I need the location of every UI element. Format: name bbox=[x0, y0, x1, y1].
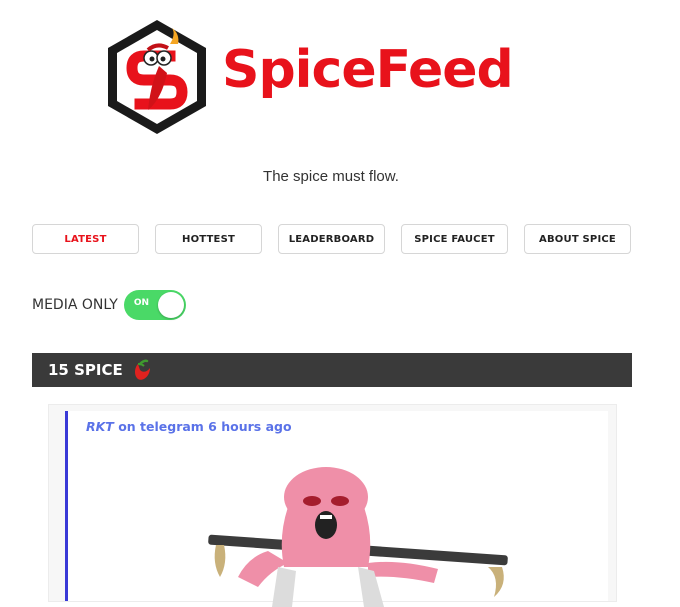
pepper-logo-icon[interactable] bbox=[104, 18, 210, 136]
post-quote: RKT on telegram 6 hours ago bbox=[65, 411, 608, 607]
post-source-time[interactable]: on telegram 6 hours ago bbox=[114, 419, 291, 434]
post-meta: RKT on telegram 6 hours ago bbox=[86, 419, 292, 434]
nav-hottest-button[interactable]: HOTTEST bbox=[155, 224, 262, 254]
nav-spice-faucet-button[interactable]: SPICE FAUCET bbox=[401, 224, 508, 254]
site-header: SpiceFeed bbox=[0, 0, 680, 150]
media-only-toggle[interactable]: ON bbox=[123, 290, 186, 320]
post-spice-bar: 15 SPICE bbox=[32, 353, 632, 387]
toggle-state-label: ON bbox=[133, 298, 150, 308]
pepper-icon[interactable] bbox=[132, 358, 154, 382]
post-card: RKT on telegram 6 hours ago bbox=[48, 404, 617, 607]
main-nav: LATEST HOTTEST LEADERBOARD SPICE FAUCET … bbox=[0, 224, 680, 254]
nav-about-spice-button[interactable]: ABOUT SPICE bbox=[524, 224, 631, 254]
nav-leaderboard-button[interactable]: LEADERBOARD bbox=[278, 224, 385, 254]
tagline: The spice must flow. bbox=[263, 168, 399, 185]
toggle-knob bbox=[157, 292, 184, 318]
nav-latest-button[interactable]: LATEST bbox=[32, 224, 139, 254]
brand-name[interactable]: SpiceFeed bbox=[222, 44, 514, 96]
spice-count: 15 SPICE bbox=[48, 361, 123, 379]
media-filter: MEDIA ONLY ON bbox=[32, 289, 186, 321]
post-author-link[interactable]: RKT bbox=[86, 419, 114, 434]
post-image[interactable] bbox=[208, 467, 548, 607]
media-only-label: MEDIA ONLY bbox=[32, 297, 118, 313]
